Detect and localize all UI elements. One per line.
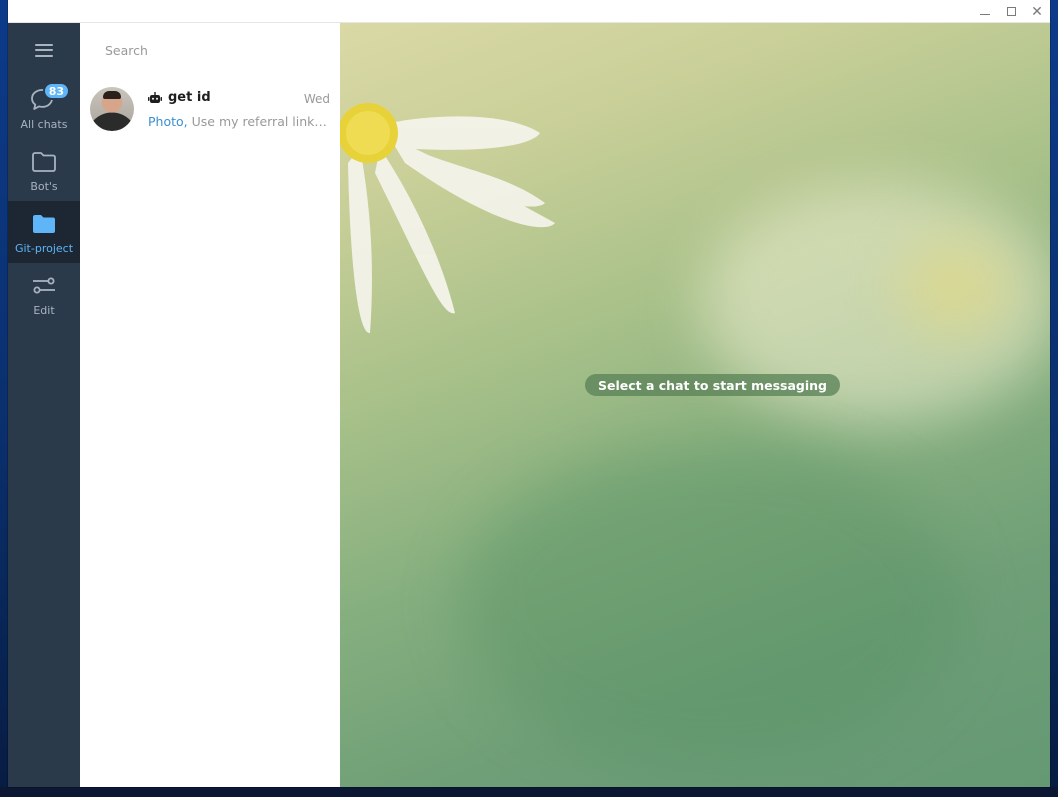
chat-wallpaper-pane: Select a chat to start messaging	[340, 23, 1050, 787]
empty-state-hint: Select a chat to start messaging	[585, 374, 840, 396]
chat-preview: Photo, Use my referral link to...	[148, 114, 330, 129]
folder-bots[interactable]: Bot's	[8, 139, 80, 201]
folder-label: Git-project	[14, 242, 74, 255]
folder-git-project[interactable]: Git-project	[8, 201, 80, 263]
folder-outline-icon	[32, 152, 56, 172]
close-icon: ✕	[1031, 3, 1043, 20]
maximize-button[interactable]	[998, 0, 1024, 23]
folder-filled-icon	[33, 215, 55, 233]
chat-list-item[interactable]: get id Wed Photo, Use my referral link t…	[80, 77, 340, 141]
folder-all-chats[interactable]: 83 All chats	[8, 77, 80, 139]
folder-label: All chats	[20, 118, 68, 131]
chat-title: get id	[148, 90, 211, 105]
chat-name: get id	[168, 90, 211, 105]
maximize-icon	[1006, 7, 1016, 16]
close-button[interactable]: ✕	[1024, 0, 1050, 23]
avatar	[90, 87, 134, 131]
folder-sidebar: 83 All chats Bot's Git-project Edit	[8, 23, 80, 787]
preview-text: Use my referral link to...	[187, 114, 330, 129]
wallpaper-stem-blur	[460, 443, 960, 763]
hamburger-icon	[35, 43, 53, 57]
folder-edit[interactable]: Edit	[8, 263, 80, 325]
preview-media-label: Photo,	[148, 114, 188, 129]
minimize-icon	[980, 14, 990, 15]
bot-icon	[148, 91, 162, 103]
main-menu-button[interactable]	[8, 23, 80, 77]
wallpaper-daisy	[340, 103, 555, 334]
minimize-button[interactable]	[972, 0, 998, 23]
sliders-icon	[33, 277, 55, 294]
chat-date: Wed	[303, 92, 330, 106]
wallpaper-flower-center-blur	[900, 243, 1010, 333]
chat-list-panel: get id Wed Photo, Use my referral link t…	[80, 23, 340, 787]
title-bar: ✕	[8, 0, 1050, 23]
unread-badge: 83	[42, 82, 70, 100]
telegram-window: ✕ 83 All chats Bot's Git-project Edit Se…	[8, 0, 1050, 787]
folder-label: Edit	[33, 304, 55, 317]
taskbar-strip	[0, 787, 1058, 797]
search-input[interactable]	[94, 35, 326, 65]
folder-label: Bot's	[30, 180, 58, 193]
